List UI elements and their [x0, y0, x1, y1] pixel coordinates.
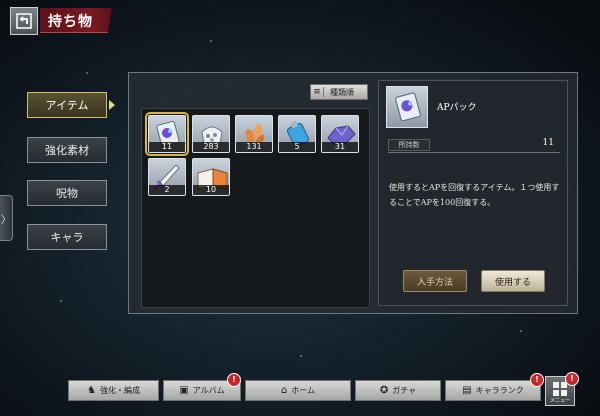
item-slot-dagger[interactable]: 2 — [148, 158, 186, 196]
notification-badge: ! — [530, 373, 544, 387]
chevron-right-icon: 〉 — [1, 214, 11, 226]
nav-label: キャラランク — [475, 386, 524, 395]
nav-label: ホーム — [291, 386, 316, 395]
item-quantity: 283 — [193, 142, 229, 152]
item-detail-thumbnail — [386, 86, 428, 128]
notification-badge: ! — [227, 373, 241, 387]
item-quantity: 10 — [193, 185, 229, 195]
nav-enhance-formation[interactable]: ♞ 強化・編成 — [68, 380, 159, 401]
item-quantity: 2 — [149, 185, 185, 195]
how-to-obtain-button[interactable]: 入手方法 — [403, 270, 467, 292]
sort-icon: ≡ — [311, 87, 324, 97]
nav-home[interactable]: ⌂ ホーム — [245, 380, 351, 401]
star-decoration — [86, 72, 88, 74]
tab-items[interactable]: アイテム — [27, 92, 107, 118]
menu-grid-icon — [553, 382, 567, 396]
tab-label: アイテム — [45, 99, 89, 112]
held-count-label: 所持数 — [388, 139, 430, 151]
item-quantity: 5 — [279, 142, 315, 152]
item-slot-orange-crystal[interactable]: 131 — [235, 115, 273, 153]
rank-icon: ▤ — [462, 385, 472, 396]
star-decoration — [60, 300, 62, 302]
item-slot-blue-potion[interactable]: 5 — [278, 115, 316, 153]
side-drawer-handle[interactable]: 〉 — [0, 195, 13, 241]
gacha-icon: ✪ — [379, 385, 389, 396]
item-slot-ap-pack[interactable]: 11 — [145, 112, 189, 156]
back-button[interactable] — [10, 7, 38, 35]
use-item-button[interactable]: 使用する — [481, 270, 545, 292]
back-arrow-icon — [16, 13, 32, 29]
tab-curses[interactable]: 呪物 — [27, 180, 107, 206]
sort-button[interactable]: ≡ 種類順 — [310, 84, 368, 100]
star-decoration — [300, 355, 302, 357]
title-plate: 持ち物 — [40, 8, 112, 33]
enhance-icon: ♞ — [87, 385, 96, 396]
sort-label: 種類順 — [330, 87, 354, 97]
active-tab-arrow-icon — [109, 100, 115, 110]
home-icon: ⌂ — [280, 385, 288, 396]
tab-materials[interactable]: 強化素材 — [27, 137, 107, 163]
menu-label: メニュー — [549, 398, 570, 404]
ap-pack-icon — [395, 92, 421, 122]
item-description: 使用するとAPを回復するアイテム。１つ使用することでAPを100回復する。 — [389, 183, 560, 207]
nav-label: ガチャ — [392, 386, 417, 395]
item-slot-orange-book[interactable]: 10 — [192, 158, 230, 196]
tab-label: 強化素材 — [45, 144, 89, 157]
item-quantity: 11 — [149, 142, 185, 152]
item-quantity: 31 — [322, 142, 358, 152]
nav-character-rank[interactable]: ▤ キャラランク — [445, 380, 541, 401]
button-label: 使用する — [494, 277, 531, 288]
notification-badge: ! — [565, 372, 579, 386]
nav-label: アルバム — [192, 386, 225, 395]
album-icon: ▣ — [179, 385, 189, 396]
item-slot-purple-ore[interactable]: 31 — [321, 115, 359, 153]
nav-label: 強化・編成 — [99, 386, 140, 395]
page-title: 持ち物 — [48, 14, 93, 30]
item-quantity: 131 — [236, 142, 272, 152]
held-count-value: 11 — [542, 138, 554, 148]
tab-label: 呪物 — [56, 187, 78, 200]
star-decoration — [210, 40, 212, 42]
button-label: 入手方法 — [416, 277, 453, 288]
item-name: APパック — [437, 103, 477, 113]
tab-characters[interactable]: キャラ — [27, 224, 107, 250]
nav-gacha[interactable]: ✪ ガチャ — [355, 380, 441, 401]
item-slot-gem-pouch[interactable]: 283 — [192, 115, 230, 153]
page-header: 持ち物 — [0, 0, 118, 40]
star-decoration — [520, 330, 522, 332]
held-count-row: 所持数 11 — [388, 138, 560, 153]
tab-label: キャラ — [50, 231, 84, 244]
